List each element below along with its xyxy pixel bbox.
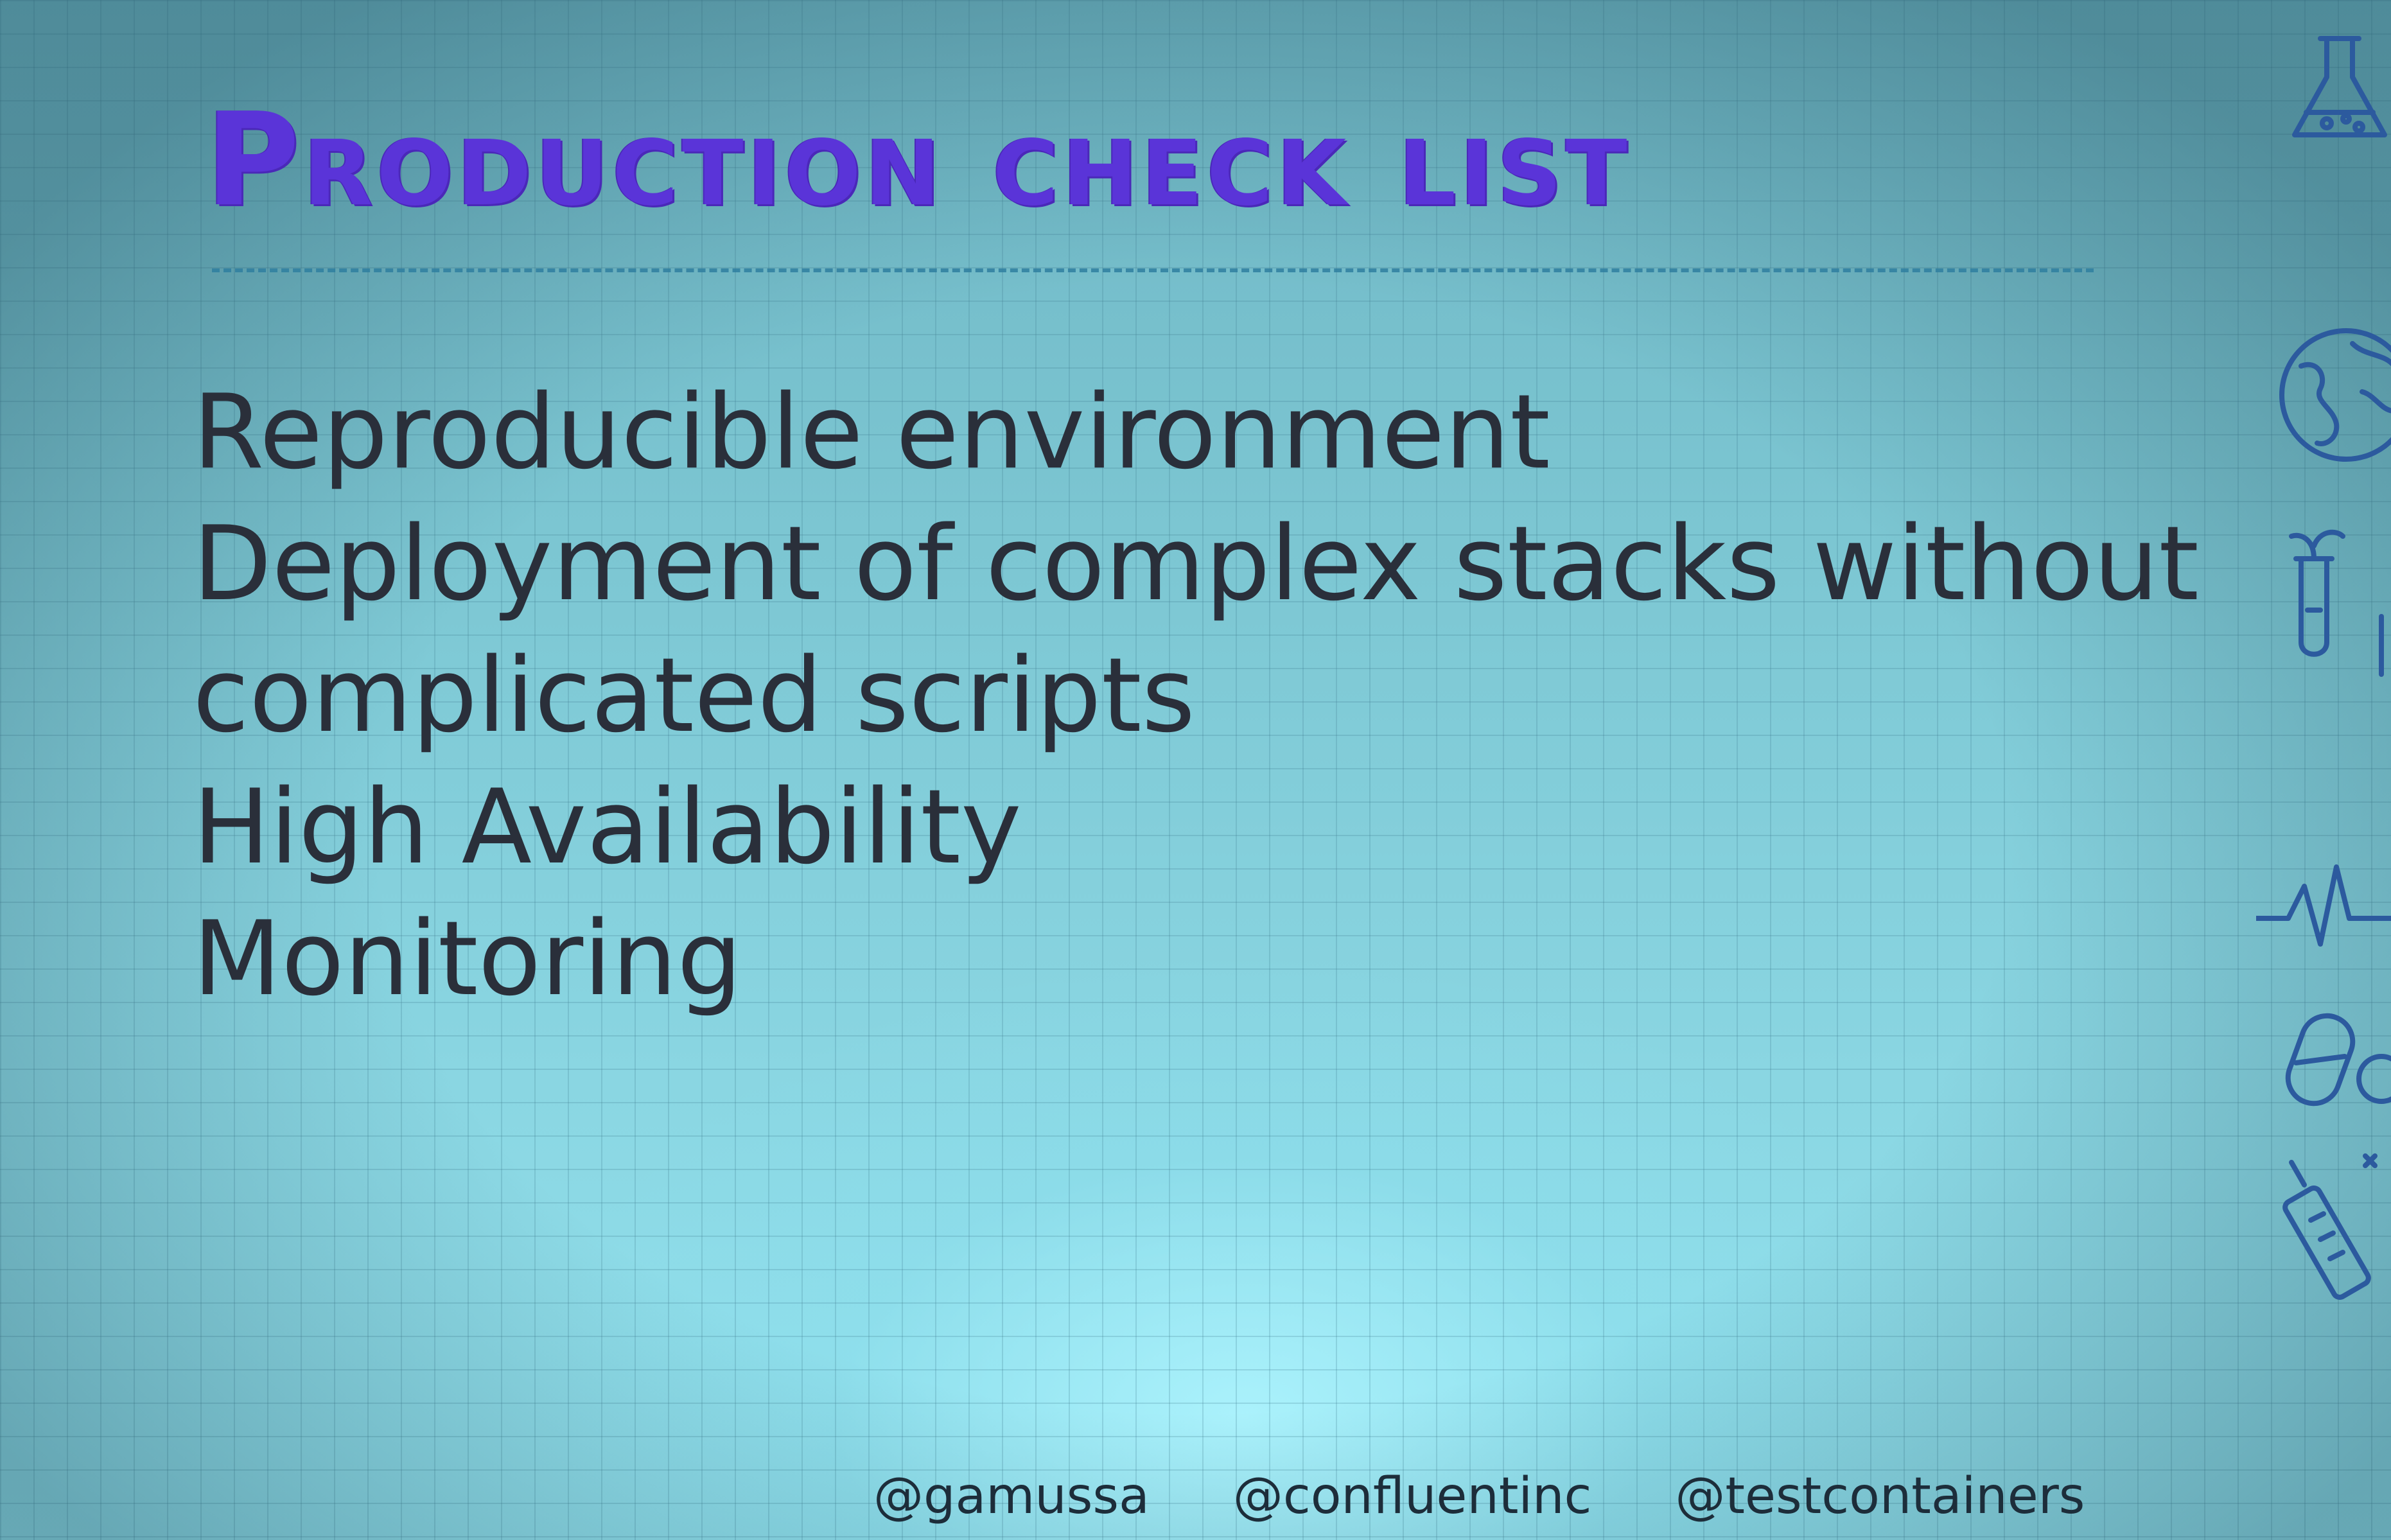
pill-icon <box>2256 1002 2391 1117</box>
footer-handle: @testcontainers <box>1675 1467 2085 1525</box>
heartbeat-icon <box>2256 848 2391 963</box>
checklist: Reproducible environment Deployment of c… <box>193 366 2199 1024</box>
checklist-item: Deployment of complex stacks without <box>193 503 2199 624</box>
footer-handle: @confluentinc <box>1232 1467 1592 1525</box>
title-divider <box>212 268 2094 272</box>
checklist-item-continuation: complicated scripts <box>193 635 1196 755</box>
slide-title: Production check list <box>206 85 1631 235</box>
footer-handle: @gamussa <box>873 1467 1150 1525</box>
checklist-item: High Availability <box>193 767 1022 887</box>
globe-icon <box>2256 321 2391 469</box>
test-tube-icon <box>2256 514 2391 681</box>
syringe-icon <box>2256 1150 2391 1317</box>
footer-handles: @gamussa @confluentinc @testcontainers <box>873 1467 2085 1525</box>
checklist-item: Reproducible environment <box>193 372 1550 492</box>
flask-icon <box>2256 26 2391 154</box>
checklist-item: Monitoring <box>193 898 742 1019</box>
